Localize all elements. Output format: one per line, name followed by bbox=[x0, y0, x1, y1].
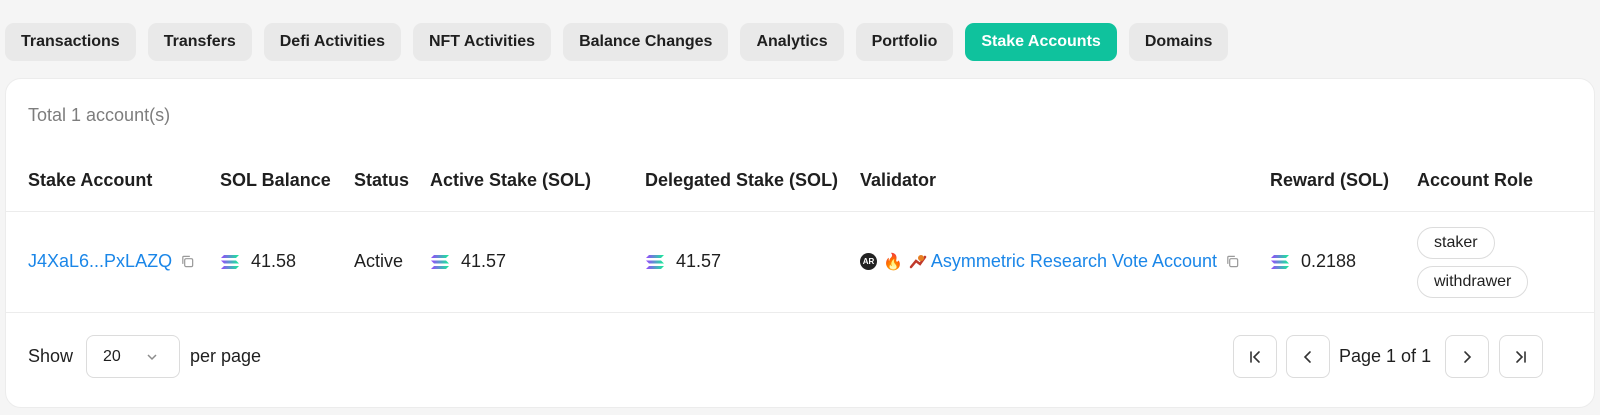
tab-balance-changes[interactable]: Balance Changes bbox=[563, 23, 729, 61]
solana-icon bbox=[431, 254, 449, 269]
solana-icon bbox=[221, 254, 239, 269]
header-validator: Validator bbox=[860, 170, 937, 190]
last-page-icon bbox=[1516, 350, 1526, 363]
stake-account-cell: J4XaL6...PxLAZQ bbox=[28, 251, 195, 272]
validator-emblem-icon bbox=[909, 254, 927, 268]
solana-icon bbox=[646, 254, 664, 269]
header-status: Status bbox=[354, 170, 410, 190]
delegated-stake-value: 41.57 bbox=[676, 251, 722, 271]
total-accounts-text: Total 1 account(s) bbox=[28, 105, 171, 125]
active-stake-cell: 41.57 bbox=[430, 251, 506, 272]
sol-balance-cell: 41.58 bbox=[220, 251, 296, 272]
first-page-icon bbox=[1250, 350, 1260, 363]
header-reward: Reward (SOL) bbox=[1270, 170, 1390, 190]
header-sol-balance: SOL Balance bbox=[220, 170, 331, 190]
status-cell: Active bbox=[354, 251, 403, 272]
reward-value: 0.2188 bbox=[1301, 251, 1357, 271]
tab-transfers[interactable]: Transfers bbox=[147, 23, 252, 61]
validator-logo: AR bbox=[860, 253, 877, 270]
header-delegated-stake: Delegated Stake (SOL) bbox=[645, 170, 839, 190]
next-page-button[interactable] bbox=[1445, 335, 1489, 378]
show-label: Show bbox=[28, 346, 74, 366]
tab-portfolio[interactable]: Portfolio bbox=[855, 23, 954, 61]
stake-accounts-card: Total 1 account(s) Stake Account SOL Bal… bbox=[5, 78, 1595, 408]
tab-analytics[interactable]: Analytics bbox=[740, 23, 844, 61]
role-badge-staker[interactable]: staker bbox=[1417, 227, 1495, 259]
footer-divider bbox=[6, 312, 1594, 313]
active-stake-value: 41.57 bbox=[461, 251, 507, 271]
header-stake-account: Stake Account bbox=[28, 170, 153, 190]
prev-page-icon bbox=[1303, 350, 1311, 363]
header-divider bbox=[6, 211, 1594, 212]
solana-icon bbox=[1271, 254, 1289, 269]
per-page-value: 20 bbox=[103, 347, 121, 365]
tab-transactions[interactable]: Transactions bbox=[5, 23, 136, 61]
chevron-down-icon bbox=[147, 354, 157, 361]
header-active-stake: Active Stake (SOL) bbox=[430, 170, 592, 190]
tab-nft-activities[interactable]: NFT Activities bbox=[412, 23, 552, 61]
tab-stake-accounts[interactable]: Stake Accounts bbox=[965, 23, 1117, 61]
validator-link[interactable]: Asymmetric Research Vote Account bbox=[931, 251, 1217, 272]
stake-account-link[interactable]: J4XaL6...PxLAZQ bbox=[28, 251, 172, 272]
header-account-role: Account Role bbox=[1417, 170, 1534, 190]
fire-icon: 🔥 bbox=[883, 252, 903, 271]
per-page-label: per page bbox=[190, 346, 262, 366]
role-badge-withdrawer[interactable]: withdrawer bbox=[1417, 266, 1529, 298]
validator-cell: AR 🔥 Asymmetric Research Vote Account bbox=[860, 251, 1240, 272]
copy-icon[interactable] bbox=[180, 254, 195, 269]
last-page-button[interactable] bbox=[1499, 335, 1543, 378]
sol-balance-value: 41.58 bbox=[251, 251, 297, 271]
next-page-icon bbox=[1464, 350, 1472, 363]
copy-icon[interactable] bbox=[1225, 254, 1240, 269]
reward-cell: 0.2188 bbox=[1270, 251, 1356, 272]
tab-bar: Transactions Transfers Defi Activities N… bbox=[5, 23, 1229, 61]
page-info: Page 1 of 1 bbox=[1339, 346, 1432, 366]
status-value: Active bbox=[354, 251, 404, 271]
delegated-stake-cell: 41.57 bbox=[645, 251, 721, 272]
first-page-button[interactable] bbox=[1233, 335, 1277, 378]
tab-domains[interactable]: Domains bbox=[1128, 23, 1229, 61]
prev-page-button[interactable] bbox=[1286, 335, 1330, 378]
tab-defi-activities[interactable]: Defi Activities bbox=[263, 23, 401, 61]
per-page-select[interactable]: 20 bbox=[86, 335, 180, 378]
